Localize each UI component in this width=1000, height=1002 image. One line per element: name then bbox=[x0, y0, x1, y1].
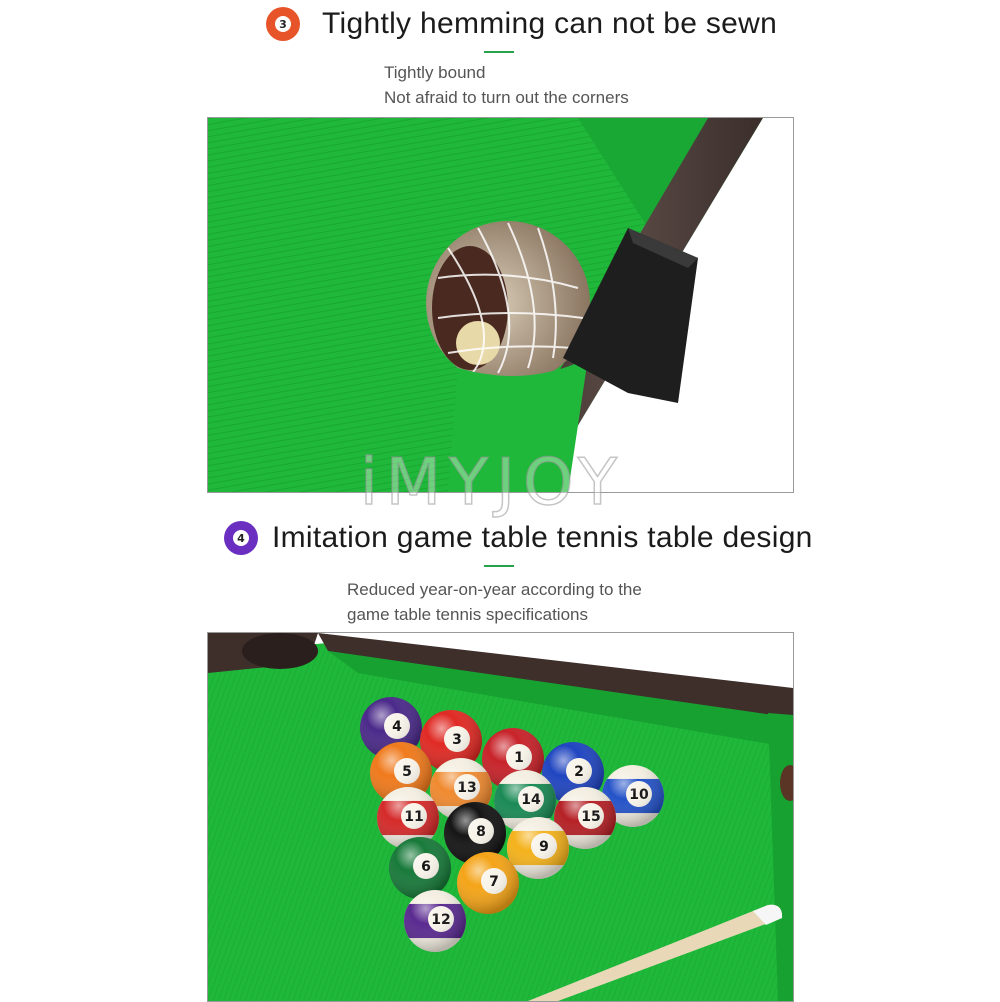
watermark-logo: iMYJOY bbox=[359, 445, 625, 521]
section-3-accent-line bbox=[484, 51, 514, 53]
section-3-heading: 3 Tightly hemming can not be sewn bbox=[266, 7, 777, 41]
ball-7: 7 bbox=[457, 852, 519, 914]
ball-12: 12 bbox=[404, 890, 466, 952]
badge-number-4: 4 bbox=[233, 530, 249, 546]
section-4-accent-line bbox=[484, 565, 514, 567]
section-4-heading: 4 Imitation game table tennis table desi… bbox=[224, 521, 813, 555]
ball-6: 6 bbox=[389, 837, 451, 899]
section-3-desc-line-1: Tightly bound bbox=[384, 63, 486, 82]
section-4-description: Reduced year-on-year according to the ga… bbox=[347, 577, 642, 627]
section-4-desc-line-1: Reduced year-on-year according to the bbox=[347, 580, 642, 599]
pool-table-illustration: 431210513141511896712 bbox=[208, 633, 793, 1001]
badge-number-3: 3 bbox=[275, 16, 291, 32]
section-3-title: Tightly hemming can not be sewn bbox=[322, 7, 778, 40]
racked-balls-photo: 431210513141511896712 bbox=[207, 632, 794, 1002]
section-4-desc-line-2: game table tennis specifications bbox=[347, 605, 588, 624]
pocket-closeup-photo bbox=[207, 117, 794, 493]
section-4-title: Imitation game table tennis table design bbox=[272, 521, 813, 554]
number-badge-3: 3 bbox=[266, 7, 300, 41]
section-3-desc-line-2: Not afraid to turn out the corners bbox=[384, 88, 629, 107]
corner-pocket bbox=[242, 633, 318, 669]
number-badge-4: 4 bbox=[224, 521, 258, 555]
ball-9: 9 bbox=[507, 817, 569, 879]
section-3-description: Tightly bound Not afraid to turn out the… bbox=[384, 60, 629, 110]
pocket-closeup-illustration bbox=[208, 118, 793, 492]
